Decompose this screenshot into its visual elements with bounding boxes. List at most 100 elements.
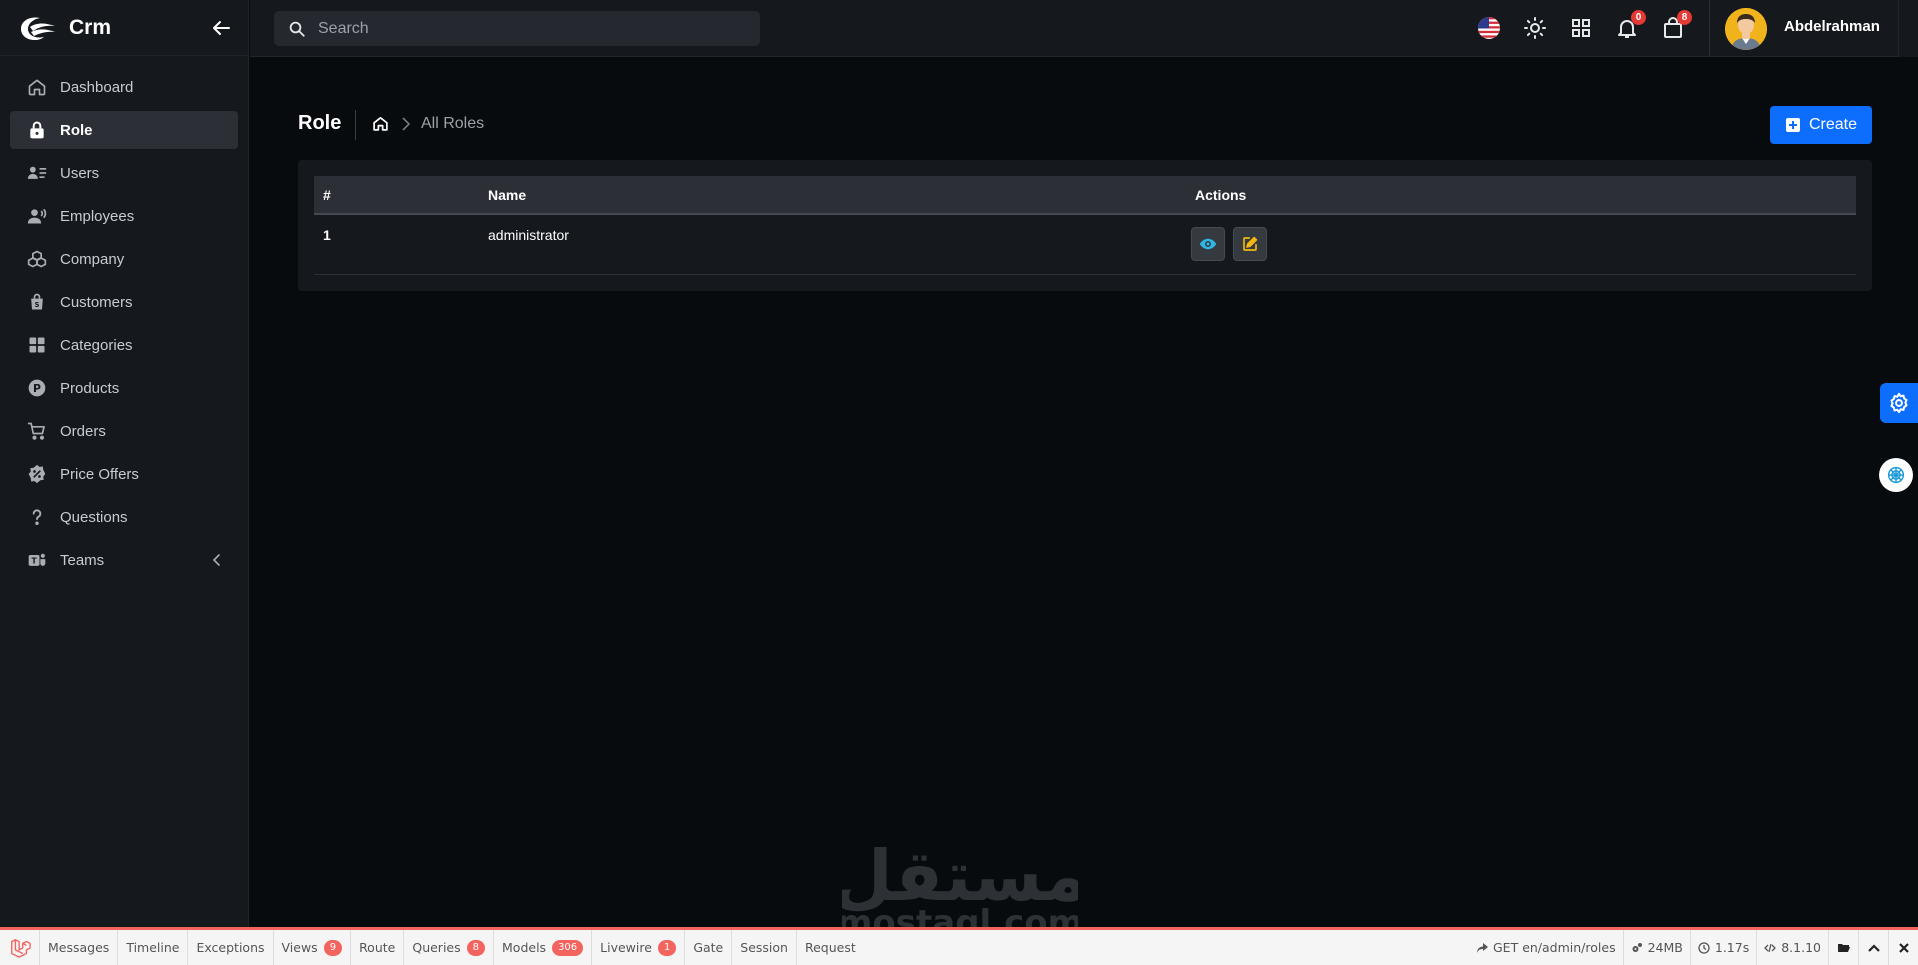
debug-tab-models[interactable]: Models 306 xyxy=(494,930,593,965)
row-number: 1 xyxy=(314,214,479,275)
debug-time: 1.17s xyxy=(1689,930,1756,965)
cart-button[interactable]: 8 xyxy=(1661,10,1692,40)
employee-icon xyxy=(27,208,47,224)
sidebar-item-questions[interactable]: Questions xyxy=(10,498,238,536)
debug-badge: 9 xyxy=(323,939,343,956)
debug-tab-messages[interactable]: Messages xyxy=(40,930,119,965)
ai-assistant-button[interactable] xyxy=(1879,458,1913,492)
debug-tab-label: Request xyxy=(804,940,856,955)
apps-grid-icon[interactable] xyxy=(1569,16,1593,40)
sidebar-item-label: Dashboard xyxy=(60,78,134,96)
debug-tab-label: Route xyxy=(359,940,396,955)
debug-time-text: 1.17s xyxy=(1714,940,1750,955)
debug-tab-session[interactable]: Session xyxy=(732,930,797,965)
sidebar-item-company[interactable]: Company xyxy=(10,240,238,278)
breadcrumb-chevron-icon xyxy=(402,117,411,131)
sidebar-item-orders[interactable]: Orders xyxy=(10,412,238,450)
brand-bar: Crm xyxy=(0,0,248,56)
debug-tab-views[interactable]: Views 9 xyxy=(274,930,352,965)
table-header-row: # Name Actions xyxy=(314,176,1856,215)
sidebar-item-role[interactable]: Role xyxy=(10,111,238,149)
edit-button[interactable] xyxy=(1232,227,1267,261)
breadcrumb-home-icon[interactable] xyxy=(372,115,389,132)
username[interactable]: Abdelrahman xyxy=(1784,18,1880,35)
sidebar-item-label: Users xyxy=(60,164,100,182)
chevron-up-icon xyxy=(1867,943,1880,952)
debug-badge: 306 xyxy=(552,939,584,956)
sidebar-item-label: Products xyxy=(60,379,120,397)
breadcrumb-current: All Roles xyxy=(421,115,485,132)
chevron-left-icon[interactable] xyxy=(210,553,224,567)
svg-text:T: T xyxy=(32,556,38,565)
debug-tab-gate[interactable]: Gate xyxy=(685,930,733,965)
eye-icon xyxy=(1199,238,1217,250)
debug-route: GET en/admin/roles xyxy=(1469,930,1623,965)
page-title: Role xyxy=(298,112,342,134)
sidebar-item-users[interactable]: Users xyxy=(10,154,238,192)
folder-open-icon xyxy=(1837,943,1850,952)
debug-tab-livewire[interactable]: Livewire 1 xyxy=(592,930,686,965)
user-avatar-icon xyxy=(1725,8,1767,50)
home-icon xyxy=(28,79,46,96)
debug-php-text: 8.1.10 xyxy=(1781,940,1821,955)
debug-open-button[interactable] xyxy=(1828,930,1858,965)
sidebar: Crm Dashboard Role Users Employees Compa… xyxy=(0,0,249,927)
us-flag-icon[interactable] xyxy=(1477,16,1501,40)
svg-text:S: S xyxy=(35,301,40,309)
debug-maximize-button[interactable] xyxy=(1858,930,1888,965)
search-input[interactable] xyxy=(318,19,738,38)
collapse-sidebar-arrow-icon[interactable] xyxy=(209,16,233,40)
search-bar[interactable] xyxy=(274,11,760,46)
sidebar-item-categories[interactable]: Categories xyxy=(10,326,238,364)
laravel-logo-icon[interactable] xyxy=(0,930,40,965)
users-list-icon xyxy=(27,166,47,179)
debug-tab-route[interactable]: Route xyxy=(351,930,405,965)
edit-icon xyxy=(1243,236,1258,251)
create-button[interactable]: Create xyxy=(1770,106,1872,144)
table-row: 1 administrator xyxy=(314,214,1856,275)
debug-tab-request[interactable]: Request xyxy=(797,930,864,965)
debug-tab-label: Models xyxy=(502,940,547,955)
sidebar-item-products[interactable]: P Products xyxy=(10,369,238,407)
search-icon xyxy=(289,21,305,37)
svg-text:P: P xyxy=(33,382,41,395)
percent-badge-icon xyxy=(28,464,46,484)
brand-name: Crm xyxy=(69,15,112,39)
debug-memory: 24MB xyxy=(1622,930,1690,965)
debug-tab-exceptions[interactable]: Exceptions xyxy=(188,930,274,965)
debug-badge: 1 xyxy=(657,939,677,956)
header-divider xyxy=(1709,0,1710,57)
debug-badge: 8 xyxy=(466,939,486,956)
product-p-icon: P xyxy=(28,379,46,397)
debug-close-button[interactable] xyxy=(1888,930,1918,965)
boxes-icon xyxy=(27,250,47,268)
sidebar-item-customers[interactable]: S Customers xyxy=(10,283,238,321)
roles-table: # Name Actions 1 administrator xyxy=(314,176,1856,275)
debugbar-meta: GET en/admin/roles 24MB 1.17s 8.1.10 xyxy=(1469,930,1918,965)
cart-badge: 8 xyxy=(1677,10,1692,25)
sidebar-item-teams[interactable]: T Teams xyxy=(10,541,238,579)
mostaql-watermark: مستقل mostaql.com xyxy=(842,835,1078,942)
debug-tab-queries[interactable]: Queries 8 xyxy=(404,930,495,965)
view-button[interactable] xyxy=(1191,227,1225,261)
debug-tab-label: Timeline xyxy=(126,940,180,955)
grid-icon xyxy=(29,337,45,353)
shopping-bag-icon: S xyxy=(31,293,43,310)
title-divider xyxy=(355,110,356,140)
sidebar-item-employees[interactable]: Employees xyxy=(10,197,238,235)
column-header-name: Name xyxy=(479,176,1186,215)
debug-php-version: 8.1.10 xyxy=(1756,930,1828,965)
share-arrow-icon xyxy=(1477,942,1488,953)
sidebar-item-price-offers[interactable]: Price Offers xyxy=(10,455,238,493)
debug-tab-timeline[interactable]: Timeline xyxy=(118,930,189,965)
debugbar: Messages Timeline Exceptions Views 9 Rout… xyxy=(0,927,1918,965)
theme-customizer-button[interactable] xyxy=(1880,383,1918,423)
teams-icon: T xyxy=(28,553,46,566)
roles-card: # Name Actions 1 administrator xyxy=(298,160,1872,291)
avatar[interactable] xyxy=(1725,8,1767,50)
sidebar-item-dashboard[interactable]: Dashboard xyxy=(10,68,238,106)
ai-assistant-icon xyxy=(1887,466,1905,484)
notifications-button[interactable]: 0 xyxy=(1615,10,1646,40)
header-right-edge xyxy=(1898,0,1918,57)
sun-theme-icon[interactable] xyxy=(1523,16,1547,40)
